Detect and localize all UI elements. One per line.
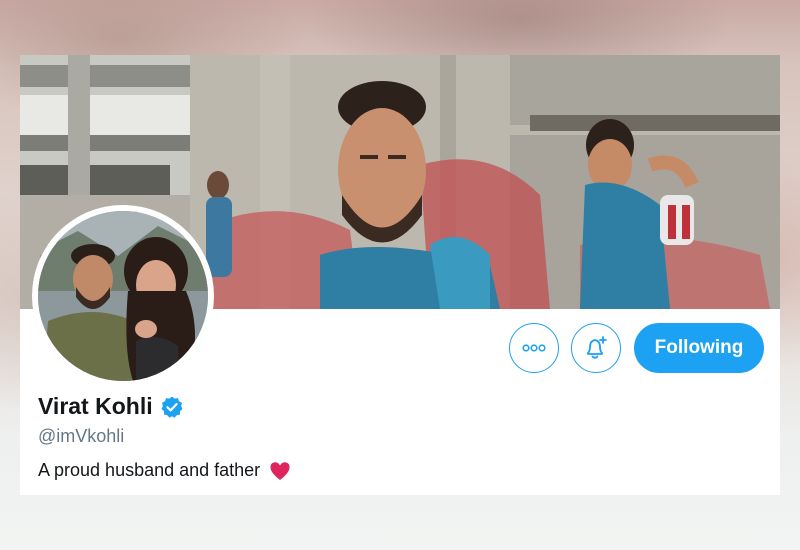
red-heart-icon <box>270 461 290 480</box>
profile-bio: A proud husband and father <box>38 460 291 481</box>
more-options-button[interactable] <box>509 323 559 373</box>
display-name: Virat Kohli <box>38 393 153 419</box>
bio-text: A proud husband and father <box>38 460 261 480</box>
verified-badge-icon <box>161 396 183 418</box>
more-horizontal-icon <box>522 344 546 352</box>
avatar-photo <box>38 211 208 381</box>
profile-avatar[interactable] <box>32 205 214 387</box>
user-handle: @imVkohli <box>38 426 125 446</box>
following-button[interactable]: Following <box>634 323 764 373</box>
bell-plus-icon <box>587 336 607 359</box>
profile-card: Following Virat Kohli @imVkohli A proud … <box>20 55 780 495</box>
display-name-row: Virat Kohli <box>38 393 184 420</box>
notifications-button[interactable] <box>571 323 621 373</box>
